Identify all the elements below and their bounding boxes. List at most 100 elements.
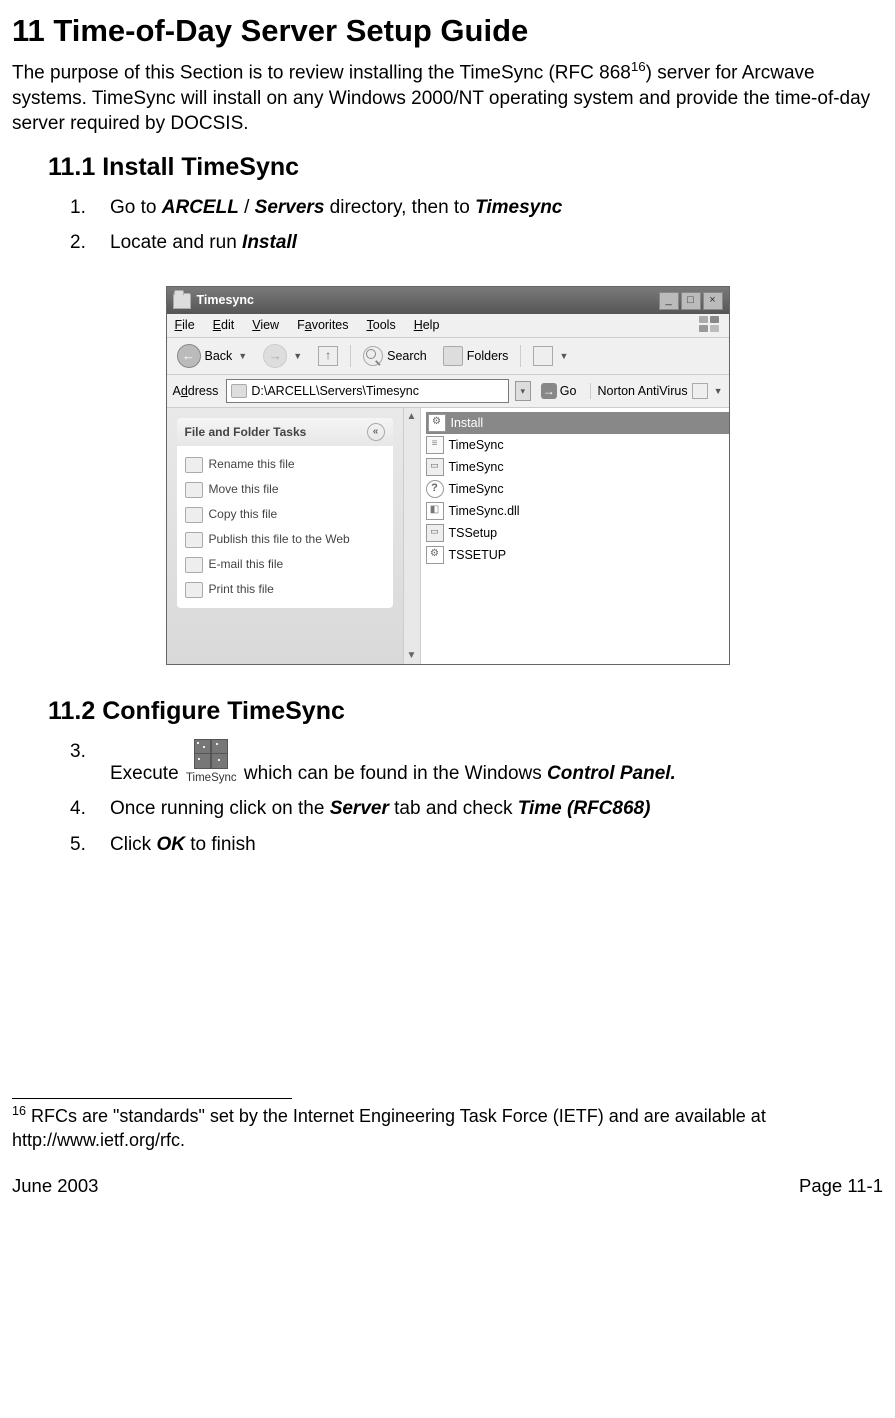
file-timesync-hlp[interactable]: TimeSync — [426, 478, 729, 500]
copy-icon — [185, 507, 203, 523]
titlebar: Timesync _□× — [167, 287, 729, 314]
address-bar: Address D:\ARCELL\Servers\Timesync ▾ →Go… — [167, 375, 729, 408]
text: Timesync — [475, 197, 562, 218]
text: Execute — [110, 763, 184, 784]
intro-paragraph: The purpose of this Section is to review… — [12, 58, 883, 137]
move-icon — [185, 482, 203, 498]
label: Install — [451, 415, 484, 432]
menubar: File Edit View Favorites Tools Help — [167, 314, 729, 338]
batch-file-icon — [428, 414, 446, 432]
label: TimeSync — [449, 437, 504, 454]
views-button[interactable]: ▼ — [529, 344, 572, 368]
label: TSSETUP — [449, 547, 507, 564]
back-button[interactable]: ←Back▼ — [173, 342, 252, 370]
text: Go to — [110, 197, 162, 218]
icon-caption: TimeSync — [186, 771, 237, 787]
text: Install — [242, 232, 297, 253]
close-button[interactable]: × — [703, 292, 723, 310]
step-num: 2. — [70, 230, 86, 256]
settings-file-icon — [426, 546, 444, 564]
rename-icon — [185, 457, 203, 473]
task-copy[interactable]: Copy this file — [185, 502, 385, 527]
maximize-button[interactable]: □ — [681, 292, 701, 310]
text: / — [239, 197, 255, 218]
file-tssetup-cpl[interactable]: TSSetup — [426, 522, 729, 544]
separator — [350, 345, 351, 367]
step-num: 1. — [70, 195, 86, 221]
norton-toolbar: Norton AntiVirus ▼ — [590, 383, 722, 400]
footnote-16: 16 RFCs are "standards" set by the Inter… — [12, 1103, 883, 1153]
text: tab and check — [389, 798, 518, 819]
text: Servers — [255, 197, 325, 218]
footer-date: June 2003 — [12, 1174, 98, 1199]
menu-help[interactable]: Help — [414, 317, 440, 334]
task-rename[interactable]: Rename this file — [185, 452, 385, 477]
file-timesync-txt[interactable]: TimeSync — [426, 434, 729, 456]
task-publish[interactable]: Publish this file to the Web — [185, 527, 385, 552]
file-install[interactable]: Install — [426, 412, 729, 434]
minimize-button[interactable]: _ — [659, 292, 679, 310]
menu-favorites[interactable]: Favorites — [297, 317, 348, 334]
email-icon — [185, 557, 203, 573]
toolbar: ←Back▼ →▼ Search Folders ▼ — [167, 338, 729, 375]
section-11-1: 11.1 Install TimeSync — [48, 151, 883, 185]
label: Print this file — [209, 581, 274, 597]
text: Server — [330, 798, 389, 819]
label: Norton AntiVirus — [597, 383, 687, 400]
address-input[interactable]: D:\ARCELL\Servers\Timesync — [226, 379, 508, 403]
forward-button[interactable]: →▼ — [259, 342, 306, 370]
text: Locate and run — [110, 232, 242, 253]
explorer-screenshot: Timesync _□× File Edit View Favorites To… — [12, 286, 883, 665]
file-timesync-dll[interactable]: TimeSync.dll — [426, 500, 729, 522]
text-file-icon — [426, 436, 444, 454]
text: which can be found in the Windows — [239, 763, 547, 784]
section-11-2: 11.2 Configure TimeSync — [48, 695, 883, 729]
separator — [520, 345, 521, 367]
scrollbar[interactable]: ▲▼ — [404, 408, 421, 664]
text: directory, then to — [324, 197, 475, 218]
footnote-separator — [12, 1098, 292, 1099]
label: Go — [560, 383, 577, 400]
label: TimeSync.dll — [449, 503, 520, 520]
timesync-cpl-icon: TimeSync — [186, 739, 237, 787]
menu-file[interactable]: File — [175, 317, 195, 334]
footnote-ref: 16 — [631, 59, 646, 74]
page-footer: June 2003 Page 11-1 — [12, 1174, 883, 1199]
go-button[interactable]: →Go — [537, 383, 581, 400]
menu-edit[interactable]: Edit — [213, 317, 235, 334]
file-timesync-exe[interactable]: TimeSync — [426, 456, 729, 478]
step-num: 3. — [70, 739, 86, 765]
label: Folders — [467, 348, 509, 365]
file-tssetup-ini[interactable]: TSSETUP — [426, 544, 729, 566]
text: Control Panel. — [547, 763, 676, 784]
folder-icon — [231, 384, 247, 398]
text: to finish — [185, 834, 256, 855]
label: TimeSync — [449, 481, 504, 498]
address-dropdown[interactable]: ▾ — [515, 381, 531, 401]
label: TSSetup — [449, 525, 498, 542]
file-list: ▲▼ Install TimeSync TimeSync TimeSync Ti… — [404, 408, 729, 664]
footer-page: Page 11-1 — [799, 1174, 883, 1199]
dll-file-icon — [426, 502, 444, 520]
menu-view[interactable]: View — [252, 317, 279, 334]
text: Time (RFC868) — [518, 798, 651, 819]
cpl-file-icon — [426, 524, 444, 542]
up-button[interactable] — [314, 344, 342, 368]
step-3: 3. Execute TimeSync which can be found i… — [110, 739, 883, 787]
task-print[interactable]: Print this file — [185, 577, 385, 602]
text: Once running click on the — [110, 798, 330, 819]
text: ARCELL — [162, 197, 239, 218]
folders-button[interactable]: Folders — [439, 344, 513, 368]
task-email[interactable]: E-mail this file — [185, 552, 385, 577]
step-num: 5. — [70, 832, 86, 858]
intro-text-a: The purpose of this Section is to review… — [12, 62, 631, 83]
help-file-icon — [426, 480, 444, 498]
step-5: 5. Click OK to finish — [110, 832, 883, 858]
label: Search — [387, 348, 427, 365]
task-move[interactable]: Move this file — [185, 477, 385, 502]
menu-tools[interactable]: Tools — [367, 317, 396, 334]
tasks-header[interactable]: File and Folder Tasks « — [177, 418, 393, 446]
step-1: 1. Go to ARCELL / Servers directory, the… — [110, 195, 883, 221]
label: E-mail this file — [209, 556, 284, 572]
search-button[interactable]: Search — [359, 344, 431, 368]
